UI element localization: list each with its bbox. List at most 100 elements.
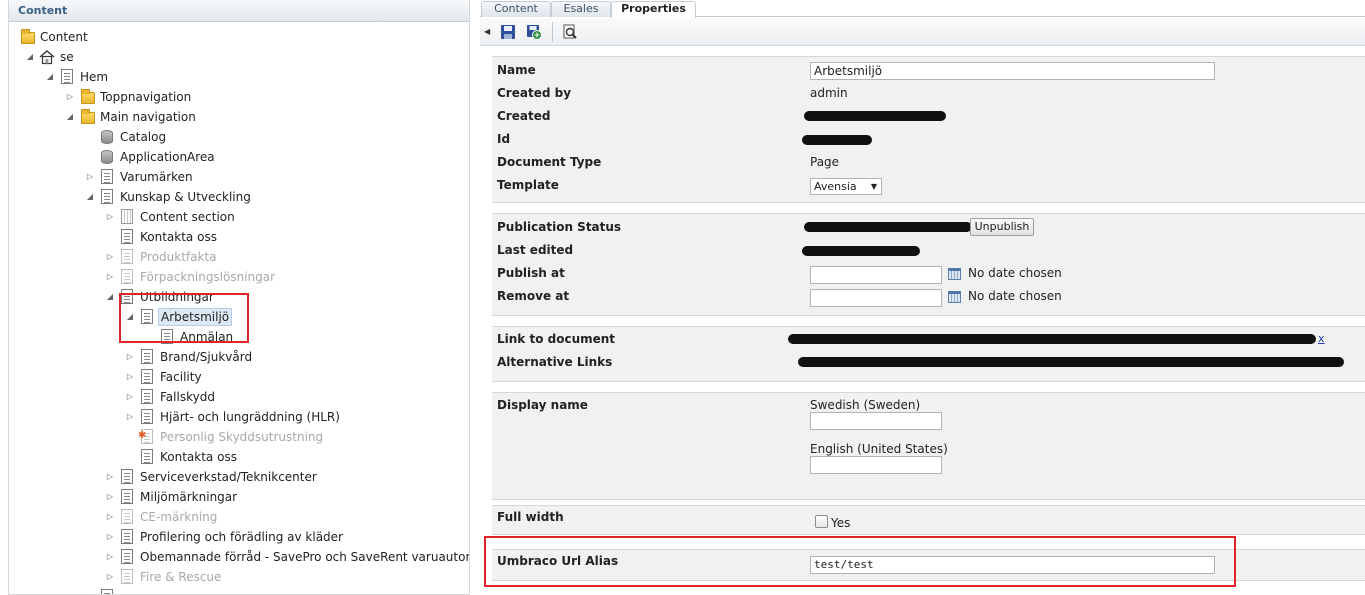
home-icon: [39, 50, 55, 65]
collapsed-arrow-icon[interactable]: ▷: [125, 348, 135, 366]
full-width-checkbox[interactable]: [815, 515, 828, 528]
section-links: Link to document x Alternative Links: [492, 326, 1365, 382]
tree-node-main-navigation[interactable]: ◢ Main navigation: [65, 108, 245, 126]
collapsed-arrow-icon[interactable]: ▷: [105, 488, 115, 506]
tab-esales[interactable]: Esales: [551, 1, 611, 17]
expanded-arrow-icon[interactable]: ◢: [45, 68, 55, 86]
tree-node-miljomarkningar[interactable]: ▷ Miljömärkningar: [105, 488, 365, 506]
page-icon: [61, 69, 73, 84]
collapsed-arrow-icon[interactable]: ▷: [105, 208, 115, 226]
tree-node-produktfakta[interactable]: ▷ Produktfakta: [105, 248, 305, 266]
tree-node-ce-markning[interactable]: ▷ CE-märkning: [105, 508, 365, 526]
tree-node-hjart-lungraddning[interactable]: ▷ Hjärt- och lungräddning (HLR): [125, 408, 385, 426]
tree-node-se[interactable]: ◢ se: [25, 48, 145, 66]
row-created: Created: [492, 106, 1365, 126]
tree-node-obemannade-forrad[interactable]: ▷ Obemannade förråd - SavePro och SaveRe…: [105, 548, 469, 566]
calendar-icon[interactable]: [948, 268, 961, 280]
tree-node-fallskydd[interactable]: ▷ Fallskydd: [125, 388, 325, 406]
tree-node-brand-sjukvard[interactable]: ▷ Brand/Sjukvård: [125, 348, 325, 366]
tree-node-kunskap-utveckling[interactable]: ◢ Kunskap & Utveckling: [85, 188, 285, 206]
display-name-swedish-input[interactable]: [810, 412, 942, 430]
collapsed-arrow-icon[interactable]: ▷: [105, 248, 115, 266]
id-label: Id: [497, 132, 511, 146]
tab-content[interactable]: Content: [481, 1, 551, 17]
tree-node-kontakta-oss[interactable]: Kontakta oss: [105, 228, 305, 246]
save-publish-icon[interactable]: [526, 24, 542, 40]
collapsed-arrow-icon[interactable]: ▷: [105, 268, 115, 286]
tree-node-forpackningslosningar[interactable]: ▷ Förpackningslösningar: [105, 268, 325, 286]
tree-node-personlig-skyddsutrustning[interactable]: ✱ Personlig Skyddsutrustning: [125, 428, 385, 446]
chevron-down-icon: ▼: [870, 182, 877, 191]
tree-node-content[interactable]: Content: [19, 28, 139, 46]
publication-status-label: Publication Status: [497, 220, 622, 234]
page-icon: [141, 369, 153, 384]
collapsed-arrow-icon[interactable]: ▷: [125, 368, 135, 386]
page-icon: [121, 529, 133, 544]
unpublished-page-icon: [121, 509, 133, 524]
remove-at-input[interactable]: [810, 289, 942, 307]
tree-node-varumarken[interactable]: ▷ Varumärken: [85, 168, 265, 186]
display-name-english-input[interactable]: [810, 456, 942, 474]
page-icon: [141, 389, 153, 404]
full-width-label: Full width: [497, 510, 564, 524]
section-publication: Publication Status Unpublish Last edited…: [492, 213, 1365, 316]
name-input[interactable]: Arbetsmiljö: [810, 62, 1215, 80]
row-publish-at: Publish at No date chosen: [492, 263, 1365, 284]
preview-icon[interactable]: [562, 24, 578, 40]
page-icon: [141, 449, 153, 464]
folder-icon: [81, 89, 95, 104]
row-link-to-document: Link to document x: [492, 329, 1365, 349]
last-edited-label: Last edited: [497, 243, 574, 257]
tree-node-facility[interactable]: ▷ Facility: [125, 368, 325, 386]
collapsed-arrow-icon[interactable]: ▷: [105, 528, 115, 546]
full-width-checkbox-label: Yes: [831, 516, 851, 530]
unpublished-page-icon: ✱: [138, 429, 153, 444]
tree-node-hem[interactable]: ◢ Hem: [45, 68, 165, 86]
collapsed-arrow-icon[interactable]: ▷: [125, 408, 135, 426]
redacted-publication-status: [804, 222, 972, 232]
tree-node-serviceverkstad[interactable]: ▷ Serviceverkstad/Teknikcenter: [105, 468, 365, 486]
tab-properties[interactable]: Properties: [611, 1, 696, 18]
expanded-arrow-icon[interactable]: ◢: [65, 108, 75, 126]
collapsed-arrow-icon[interactable]: ▷: [105, 468, 115, 486]
tree-header: Content: [9, 0, 469, 22]
row-last-edited: Last edited: [492, 240, 1365, 260]
highlight-box-tree: [119, 293, 249, 343]
collapsed-arrow-icon[interactable]: ▷: [85, 588, 95, 594]
expanded-arrow-icon[interactable]: ◢: [25, 48, 35, 66]
expanded-arrow-icon[interactable]: ◢: [105, 288, 115, 306]
tree-node-toppnavigation[interactable]: ▷ Toppnavigation: [65, 88, 245, 106]
publish-at-input[interactable]: [810, 266, 942, 284]
collapsed-arrow-icon[interactable]: ▷: [105, 508, 115, 526]
tree-node-profilering[interactable]: ▷ Profilering och förädling av kläder: [105, 528, 435, 546]
expanded-arrow-icon[interactable]: ◢: [85, 188, 95, 206]
collapsed-arrow-icon[interactable]: ▷: [65, 88, 75, 106]
created-by-value: admin: [810, 86, 848, 100]
tree-node-applicationarea[interactable]: ApplicationArea: [85, 148, 265, 166]
tree-node-content-section[interactable]: ▷ Content section: [105, 208, 305, 226]
toolbar-collapse-icon[interactable]: ◀: [484, 27, 490, 36]
remove-at-label: Remove at: [497, 289, 570, 303]
page-icon: [101, 189, 113, 204]
tree-node-partial[interactable]: ▷: [85, 588, 205, 594]
tree-node-fire-rescue[interactable]: ▷ Fire & Rescue: [105, 568, 365, 586]
tree-node-catalog[interactable]: Catalog: [85, 128, 265, 146]
page-icon: [101, 169, 113, 184]
document-type-value: Page: [810, 155, 840, 169]
unpublish-button[interactable]: Unpublish: [970, 218, 1034, 236]
collapsed-arrow-icon[interactable]: ▷: [105, 568, 115, 586]
tree-node-kontakta-oss-2[interactable]: Kontakta oss: [125, 448, 325, 466]
document-type-label: Document Type: [497, 155, 602, 169]
collapsed-arrow-icon[interactable]: ▷: [125, 388, 135, 406]
calendar-icon[interactable]: [948, 291, 961, 303]
redacted-alternative-links: [798, 357, 1344, 367]
collapsed-arrow-icon[interactable]: ▷: [105, 548, 115, 566]
document-link[interactable]: x: [1318, 331, 1330, 347]
template-select[interactable]: Avensia ▼: [810, 178, 882, 195]
redacted-document-link: [788, 334, 1316, 344]
name-label: Name: [497, 63, 536, 77]
save-icon[interactable]: [500, 24, 516, 40]
page-icon: [121, 229, 133, 244]
row-id: Id: [492, 129, 1365, 149]
collapsed-arrow-icon[interactable]: ▷: [85, 168, 95, 186]
